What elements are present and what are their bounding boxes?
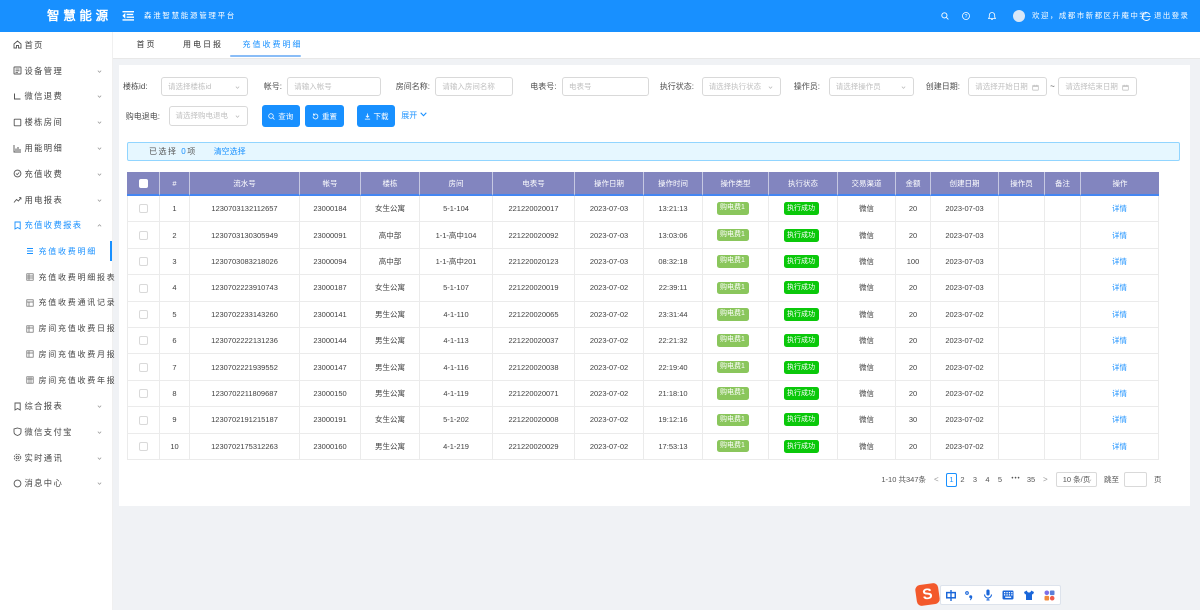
svg-text:?: ? — [965, 14, 968, 20]
